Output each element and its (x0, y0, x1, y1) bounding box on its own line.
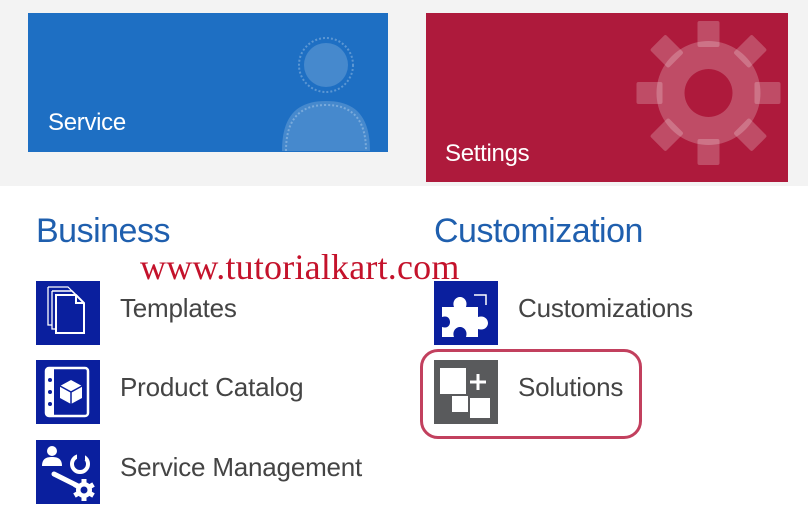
customization-heading: Customization (434, 212, 643, 250)
customizations-label: Customizations (518, 293, 693, 323)
templates-label: Templates (120, 293, 237, 323)
service-tile-label: Service (48, 109, 126, 136)
person-icon (282, 37, 370, 151)
customizations-link[interactable]: Customizations (434, 281, 734, 345)
service-tile[interactable]: Service (28, 13, 388, 152)
service-management-link[interactable]: Service Management (36, 440, 416, 504)
document-stack-icon (36, 281, 100, 345)
user-tools-icon (36, 440, 100, 504)
product-box-icon (36, 360, 100, 424)
service-management-label: Service Management (120, 452, 363, 482)
settings-tile[interactable]: Settings (426, 13, 788, 182)
puzzle-icon (434, 281, 498, 345)
templates-link[interactable]: Templates (36, 281, 336, 345)
product-catalog-label: Product Catalog (120, 372, 304, 402)
gear-icon (636, 21, 781, 165)
product-catalog-link[interactable]: Product Catalog (36, 360, 366, 424)
settings-tile-label: Settings (445, 140, 530, 167)
business-heading: Business (36, 212, 170, 250)
solutions-blocks-icon (434, 360, 498, 424)
solutions-link[interactable]: Solutions (434, 360, 654, 424)
solutions-label: Solutions (518, 372, 624, 402)
